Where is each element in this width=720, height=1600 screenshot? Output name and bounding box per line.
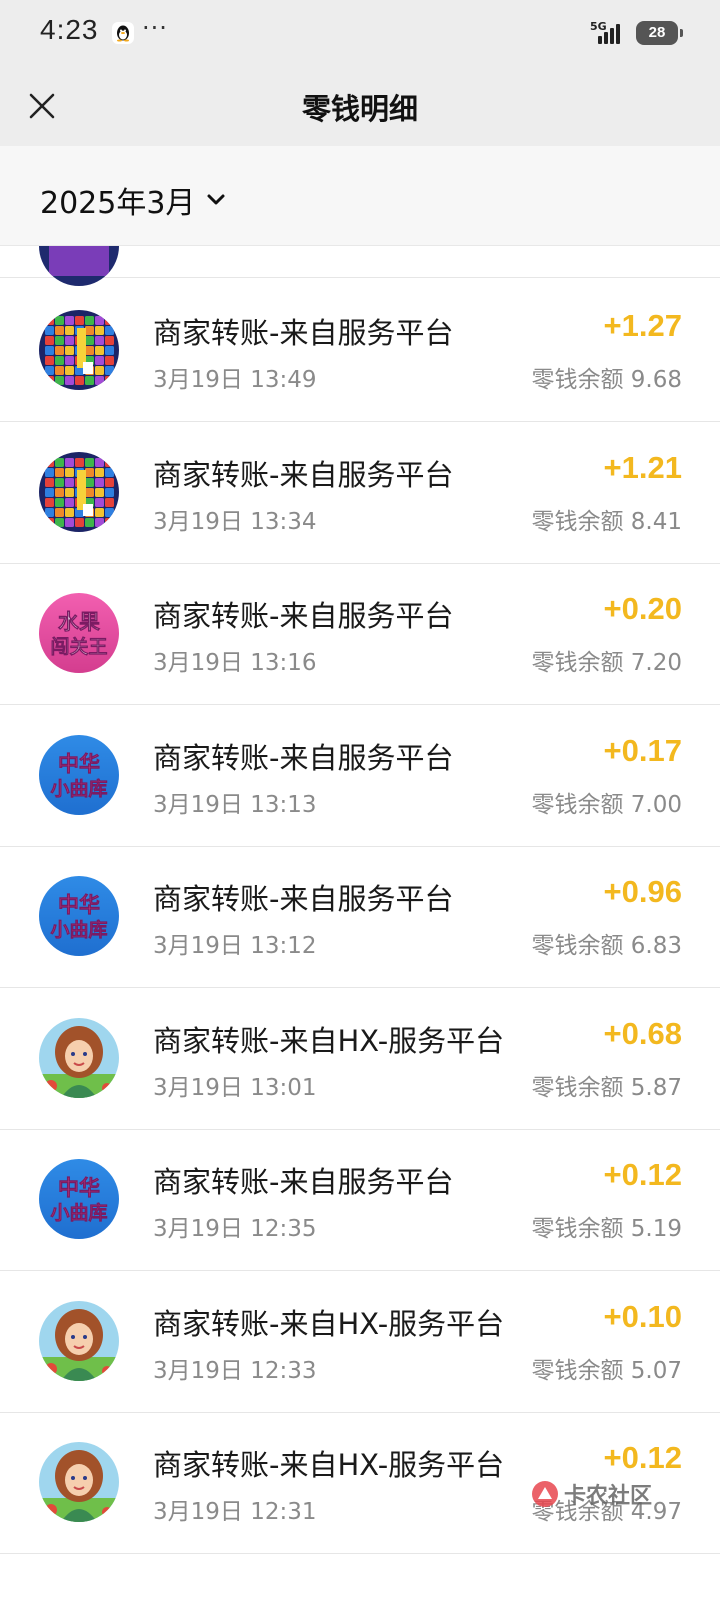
transaction-balance: 零钱余额 7.00: [531, 791, 682, 818]
svg-text:中华: 中华: [58, 752, 100, 776]
transaction-amount: +1.27: [603, 308, 682, 343]
transaction-time: 3月19日 13:13: [153, 791, 317, 818]
transaction-time: 3月19日 12:35: [153, 1216, 317, 1242]
month-label: 2025年3月: [40, 186, 196, 221]
transaction-title: 商家转账-来自服务平台: [153, 740, 454, 775]
qq-penguin-icon: [112, 22, 134, 44]
transaction-title: 商家转账-来自服务平台: [153, 316, 454, 350]
music-library-icon: 中华 小曲库: [39, 876, 119, 956]
transaction-time: 3月19日 13:49: [153, 367, 317, 393]
transaction-time: 3月19日 13:12: [153, 933, 317, 959]
status-bar: 4:23 ··· 5G 28: [0, 0, 720, 66]
status-more-icon: ···: [142, 14, 168, 42]
transaction-title: 商家转账-来自HX-服务平台: [153, 1448, 505, 1482]
transaction-balance: 零钱余额 9.68: [531, 367, 682, 393]
transaction-balance: 零钱余额 7.20: [531, 650, 682, 676]
battery-icon: 28: [636, 21, 683, 45]
transaction-title: 商家转账-来自服务平台: [153, 457, 454, 492]
transaction-title: 商家转账-来自服务平台: [153, 1165, 454, 1199]
page-title: 零钱明细: [301, 92, 418, 126]
transaction-amount: +0.96: [603, 874, 682, 909]
nav-bar: 零钱明细: [0, 66, 720, 146]
transaction-amount: +0.12: [603, 1157, 682, 1192]
chevron-down-icon: [207, 194, 225, 205]
svg-text:中华: 中华: [58, 1176, 100, 1200]
svg-text:小曲库: 小曲库: [50, 1201, 107, 1224]
transaction-time: 3月19日 12:31: [153, 1499, 317, 1525]
month-selector[interactable]: 2025年3月: [40, 178, 227, 222]
farm-girl-game-icon: [39, 1442, 119, 1522]
list-item[interactable]: 商家转账-来自HX-服务平台 3月19日 13:01 +0.68 零钱余额 5.87: [0, 986, 720, 1130]
transaction-title: 商家转账-来自HX-服务平台: [153, 1023, 505, 1058]
status-time: 4:23: [40, 14, 99, 45]
svg-text:小曲库: 小曲库: [50, 777, 107, 800]
music-library-icon: 中华 小曲库: [39, 1159, 119, 1239]
transaction-amount: +0.10: [603, 1298, 682, 1334]
list-item[interactable]: 商家转账-来自服务平台 3月19日 13:34 +1.21 零钱余额 8.41: [0, 420, 720, 564]
list-item-partial[interactable]: [0, 246, 720, 286]
transaction-balance: 零钱余额 6.83: [531, 933, 682, 959]
music-library-icon: 中华 小曲库: [39, 734, 119, 815]
transaction-amount: +0.17: [603, 732, 682, 768]
transaction-time: 3月19日 13:34: [153, 508, 317, 535]
list-item[interactable]: 中华 小曲库 商家转账-来自服务平台 3月19日 12:35 +0.12 零钱余额 5.1…: [0, 1127, 720, 1271]
list-item[interactable]: 商家转账-来自服务平台 3月19日 13:49 +1.27 零钱余额 9.68: [0, 278, 720, 422]
transaction-balance: 零钱余额 5.87: [531, 1074, 682, 1101]
transaction-title: 商家转账-来自HX-服务平台: [153, 1306, 505, 1341]
signal-icon: [598, 22, 620, 44]
transaction-time: 3月19日 13:16: [153, 650, 317, 676]
block-puzzle-game-icon: [39, 310, 119, 390]
transaction-amount: +0.12: [603, 1440, 682, 1475]
farm-girl-game-icon: [39, 1017, 119, 1098]
list-item[interactable]: 中华 小曲库 商家转账-来自服务平台 3月19日 13:12 +0.96 零钱余额 6.8…: [0, 844, 720, 988]
transaction-title: 商家转账-来自服务平台: [153, 882, 454, 916]
transaction-balance: 零钱余额 5.19: [531, 1216, 682, 1242]
list-item[interactable]: 中华 小曲库 商家转账-来自服务平台 3月19日 13:13 +0.17 零钱余额 7.0…: [0, 703, 720, 847]
month-filter-bar: 2025年3月: [0, 146, 720, 246]
transaction-time: 3月19日 12:33: [153, 1357, 317, 1384]
list-item[interactable]: 水果 闯关王 商家转账-来自服务平台 3月19日 13:16 +0.20 零钱余额 7.2…: [0, 561, 720, 705]
transaction-list: 商家转账-来自服务平台 3月19日 13:49 +1.27 零钱余额 9.68 商家转账…: [0, 246, 720, 1600]
watermark-text: 卡农社区: [564, 1484, 653, 1509]
transaction-amount: +1.21: [603, 449, 682, 485]
transaction-title: 商家转账-来自服务平台: [153, 599, 454, 633]
transaction-time: 3月19日 13:01: [153, 1074, 317, 1101]
watermark: 卡农社区: [530, 1478, 652, 1510]
transaction-amount: +0.68: [603, 1015, 682, 1051]
svg-text:小曲库: 小曲库: [50, 918, 107, 941]
list-item[interactable]: 商家转账-来自HX-服务平台 3月19日 12:33 +0.10 零钱余额 5.07: [0, 1269, 720, 1413]
svg-text:水果: 水果: [58, 610, 100, 634]
transaction-balance: 零钱余额 5.07: [531, 1357, 682, 1384]
transaction-balance: 零钱余额 8.41: [531, 508, 682, 535]
svg-text:中华: 中华: [58, 893, 100, 917]
farm-girl-game-icon: [39, 1300, 119, 1381]
watermark-logo-icon: [532, 1481, 558, 1507]
fruit-game-icon: 水果 闯关王: [39, 593, 119, 673]
block-puzzle-game-icon: [39, 451, 119, 532]
transaction-amount: +0.20: [603, 591, 682, 626]
svg-text:闯关王: 闯关王: [50, 635, 107, 658]
